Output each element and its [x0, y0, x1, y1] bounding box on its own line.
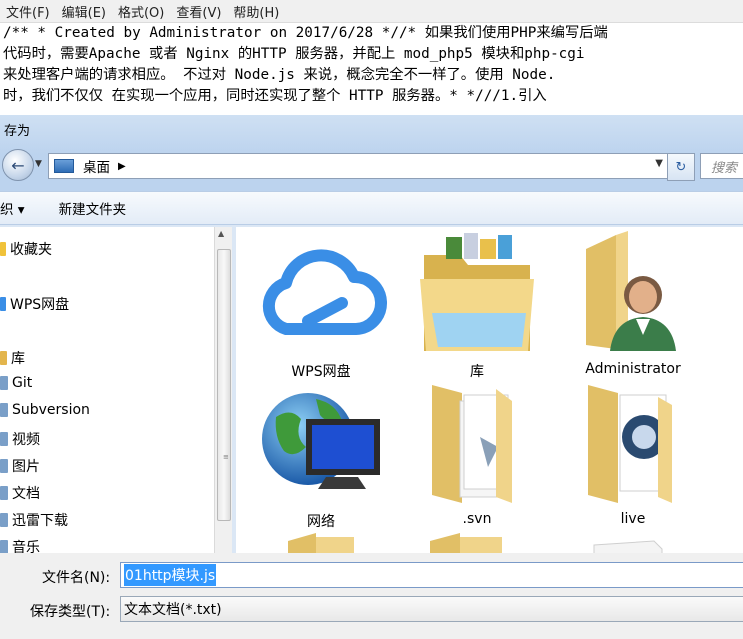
folder-icon	[430, 533, 502, 553]
nav-item-label: 视频	[12, 432, 40, 448]
wps-cloud-icon	[0, 297, 6, 311]
menu-edit[interactable]: 编辑(E)	[56, 2, 112, 21]
editor-line: 代码时，需要Apache 或者 Nginx 的HTTP 服务器，并配上 mod_…	[3, 46, 585, 62]
nav-item-label: WPS网盘	[10, 297, 70, 313]
address-location[interactable]: 桌面	[83, 156, 110, 176]
nav-item-label: 收藏夹	[10, 242, 52, 258]
nav-item-subversion[interactable]: Subversion	[0, 402, 90, 418]
folder-icon	[588, 385, 672, 503]
file-item-folder[interactable]	[402, 527, 552, 553]
document-library-icon	[0, 486, 8, 500]
search-placeholder: 搜索	[711, 160, 738, 176]
scrollbar-thumb[interactable]: ≡	[217, 249, 231, 521]
navigation-pane: 收藏夹 WPS网盘 库 Git Subversion 视频 图片 文档 迅雷下载…	[0, 227, 214, 553]
music-library-icon	[0, 540, 8, 553]
menu-view[interactable]: 查看(V)	[170, 2, 227, 21]
file-item-document[interactable]	[558, 527, 708, 553]
nav-item-music[interactable]: 音乐	[0, 537, 40, 553]
file-item-svn[interactable]: .svn	[402, 377, 552, 527]
address-dropdown-icon[interactable]: ▼	[655, 158, 663, 169]
file-label: live	[620, 511, 646, 527]
filename-selected-text: 01http模块.js	[124, 564, 217, 586]
library-folder-icon	[0, 376, 8, 390]
library-icon	[0, 351, 7, 365]
file-label: Administrator	[585, 361, 681, 377]
address-chevron-icon[interactable]: ▶	[118, 161, 126, 172]
menu-format[interactable]: 格式(O)	[112, 2, 170, 21]
folder-icon	[432, 385, 512, 503]
grip-icon: ≡	[223, 453, 229, 461]
file-item-folder[interactable]	[246, 527, 396, 553]
picture-library-icon	[0, 459, 8, 473]
scroll-up-icon[interactable]: ▲	[218, 229, 224, 238]
nav-item-label: 文档	[12, 486, 40, 502]
nav-item-favorites[interactable]: 收藏夹	[0, 239, 52, 259]
file-item-network[interactable]: 网络	[246, 377, 396, 530]
menu-file[interactable]: 文件(F)	[0, 2, 56, 21]
refresh-button[interactable]: ↻	[667, 153, 695, 181]
search-input[interactable]: 搜索	[700, 153, 743, 179]
editor-line: 时，我们不仅仅 在实现一个应用，同时还实现了整个 HTTP 服务器。* *///…	[3, 88, 547, 104]
address-bar[interactable]: 桌面 ▶ ▼	[48, 153, 668, 179]
back-arrow-icon: ←	[11, 155, 25, 175]
file-item-wps-drive[interactable]: WPS网盘	[246, 227, 396, 380]
file-item-administrator[interactable]: Administrator	[558, 227, 708, 377]
file-item-libraries[interactable]: 库	[402, 227, 552, 380]
dialog-title: 存为	[4, 124, 31, 139]
filename-input[interactable]: 01http模块.js	[120, 562, 743, 588]
user-folder-icon	[586, 231, 676, 351]
nav-item-label: 音乐	[12, 540, 40, 553]
filetype-select[interactable]: 文本文档(*.txt)	[120, 596, 743, 622]
nav-item-git[interactable]: Git	[0, 375, 32, 391]
file-label: .svn	[462, 511, 492, 527]
document-icon	[593, 540, 663, 553]
nav-item-label: Git	[12, 375, 33, 391]
file-item-live[interactable]: live	[558, 377, 708, 527]
video-library-icon	[0, 432, 8, 446]
nav-item-documents[interactable]: 文档	[0, 483, 40, 503]
filetype-label: 保存类型(T):	[30, 604, 111, 620]
notepad-editor[interactable]: /** * Created by Administrator on 2017/6…	[0, 23, 743, 115]
save-as-dialog: 存为 ← ▼ 桌面 ▶ ▼ ↻ 搜索 织 ▾ 新建文件夹 收藏夹 WPS网盘 库	[0, 115, 743, 639]
menu-help[interactable]: 帮助(H)	[227, 2, 285, 21]
nav-item-label: 图片	[12, 459, 40, 475]
nav-scrollbar[interactable]: ▲ ≡	[214, 227, 232, 553]
desktop-folder-icon	[54, 159, 74, 173]
organize-button[interactable]: 织 ▾	[0, 198, 25, 218]
nav-item-libraries[interactable]: 库	[0, 348, 25, 368]
nav-item-wps-drive[interactable]: WPS网盘	[0, 294, 69, 314]
filename-label: 文件名(N):	[42, 570, 111, 586]
nav-item-label: 库	[11, 351, 25, 367]
notepad-menubar: 文件(F) 编辑(E) 格式(O) 查看(V) 帮助(H)	[0, 0, 743, 23]
libraries-folder-icon	[420, 233, 534, 351]
refresh-icon: ↻	[675, 159, 687, 175]
filetype-value: 文本文档(*.txt)	[124, 602, 222, 618]
nav-item-label: 迅雷下载	[12, 513, 68, 529]
star-icon	[0, 242, 6, 256]
save-options: 文件名(N): 01http模块.js 保存类型(T): 文本文档(*.txt)	[0, 553, 743, 639]
back-button[interactable]: ←	[2, 149, 34, 181]
nav-item-pictures[interactable]: 图片	[0, 456, 40, 476]
editor-line: 来处理客户端的请求相应。 不过对 Node.js 来说，概念完全不一样了。使用 …	[3, 67, 556, 83]
file-list: WPS网盘 库 Administrator 网络 .svn live	[236, 227, 743, 553]
library-folder-icon	[0, 513, 8, 527]
nav-item-xunlei-downloads[interactable]: 迅雷下载	[0, 510, 68, 530]
nav-item-videos[interactable]: 视频	[0, 429, 40, 449]
new-folder-button[interactable]: 新建文件夹	[59, 198, 127, 218]
editor-line: /** * Created by Administrator on 2017/6…	[3, 25, 608, 41]
history-dropdown-icon[interactable]: ▼	[35, 159, 42, 169]
wps-cloud-icon	[262, 249, 387, 335]
nav-item-label: Subversion	[12, 402, 90, 418]
dialog-toolbar: 织 ▾ 新建文件夹	[0, 191, 743, 225]
library-folder-icon	[0, 403, 8, 417]
network-globe-icon	[262, 393, 380, 489]
folder-icon	[288, 533, 354, 553]
